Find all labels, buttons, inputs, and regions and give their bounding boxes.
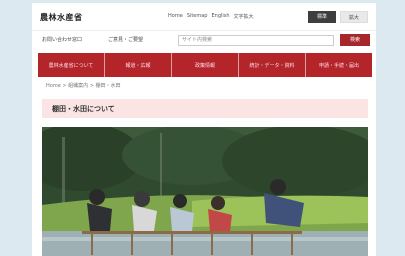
header: 農林水産省 Home Sitemap English 文字拡大 標準 拡大: [32, 3, 376, 31]
subnav-feedback-link[interactable]: ご意見・ご要望: [108, 36, 143, 43]
search-input[interactable]: サイト内検索: [178, 35, 334, 46]
rice-planting-photo: [42, 127, 368, 256]
main-nav-press[interactable]: 報道・広報: [105, 53, 172, 77]
top-links: Home Sitemap English 文字拡大: [168, 13, 254, 20]
text-size-standard-button[interactable]: 標準: [308, 11, 336, 23]
site-title[interactable]: 農林水産省: [40, 12, 83, 23]
top-link-text-size[interactable]: 文字拡大: [234, 13, 254, 20]
search-button[interactable]: 検索: [340, 34, 370, 46]
sub-navigation: お問い合わせ窓口 ご意見・ご要望 サイト内検索 検索: [32, 33, 376, 49]
main-nav-policy[interactable]: 政策情報: [172, 53, 239, 77]
subnav-contact-link[interactable]: お問い合わせ窓口: [42, 36, 82, 43]
page-title: 棚田・水田について: [52, 105, 115, 113]
header-divider: [32, 30, 376, 31]
top-link-sitemap[interactable]: Sitemap: [187, 13, 208, 20]
main-nav-statistics[interactable]: 統計・データ・資料: [239, 53, 306, 77]
text-size-large-button[interactable]: 拡大: [340, 11, 368, 23]
page: 農林水産省 Home Sitemap English 文字拡大 標準 拡大 お問…: [32, 3, 376, 256]
breadcrumb[interactable]: Home > 組織案内 > 棚田・水田: [46, 82, 121, 89]
page-heading-box: 棚田・水田について: [42, 99, 368, 118]
photo-illustration: [42, 127, 368, 256]
main-navigation: 農林水産省について 報道・広報 政策情報 統計・データ・資料 申請・手続・届出: [38, 53, 372, 77]
main-nav-about[interactable]: 農林水産省について: [38, 53, 105, 77]
top-link-english[interactable]: English: [211, 13, 229, 20]
top-link-home[interactable]: Home: [168, 13, 183, 20]
main-nav-applications[interactable]: 申請・手続・届出: [306, 53, 372, 77]
